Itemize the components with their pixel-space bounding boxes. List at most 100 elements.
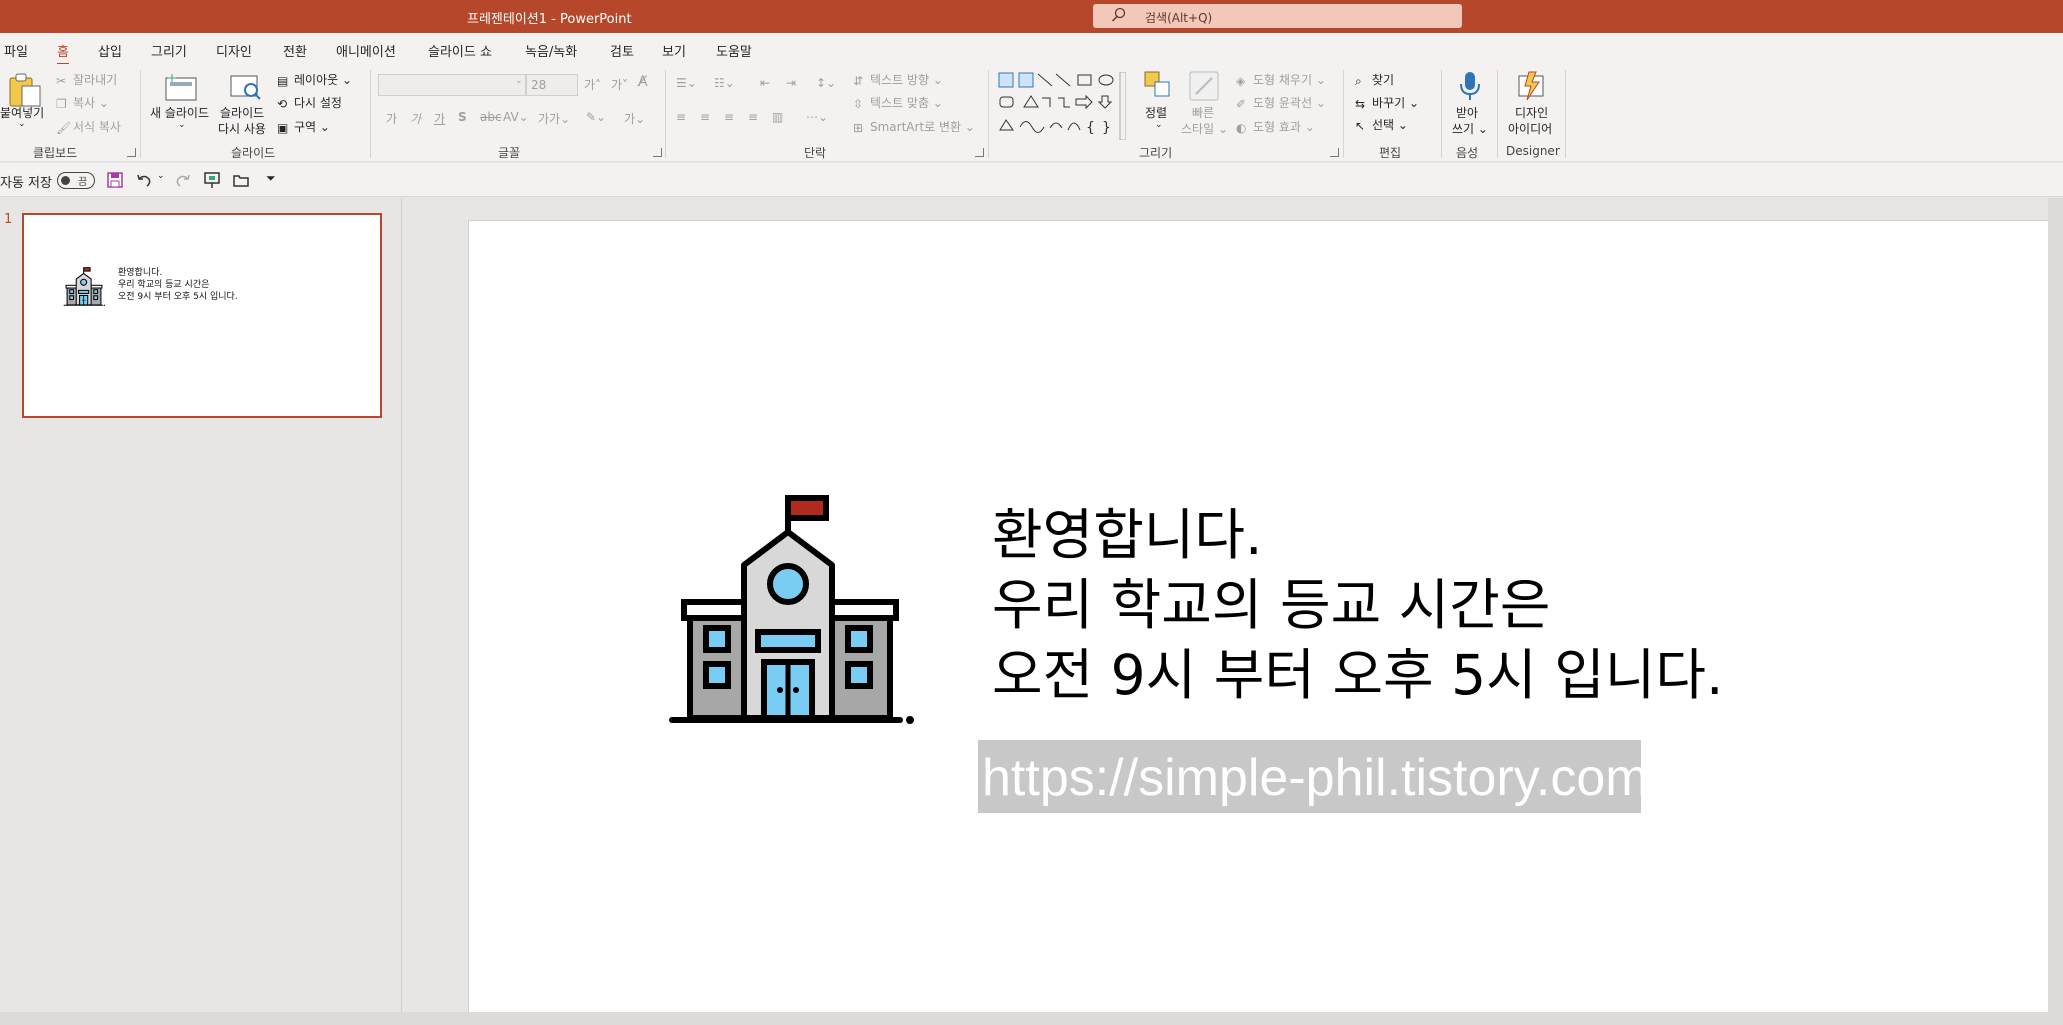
quick-styles-icon[interactable] bbox=[1188, 70, 1220, 102]
slide-number: 1 bbox=[4, 212, 13, 227]
italic-button[interactable]: 가 bbox=[410, 110, 421, 127]
slide-text-line-2: 우리 학교의 등교 시간은 bbox=[992, 573, 1551, 637]
tab-insert[interactable]: 삽입 bbox=[98, 41, 122, 60]
shape-fill-button[interactable]: ◈ 도형 채우기 ⌄ bbox=[1236, 71, 1326, 88]
arrange-icon[interactable] bbox=[1143, 70, 1173, 100]
cut-button[interactable]: ✂ 잘라내기 bbox=[56, 71, 117, 88]
design-ideas-button[interactable]: 디자인 bbox=[1515, 104, 1548, 121]
tab-review[interactable]: 검토 bbox=[610, 41, 634, 60]
font-name-dropdown[interactable]: ⌄ bbox=[515, 76, 523, 86]
tab-help[interactable]: 도움말 bbox=[716, 41, 752, 60]
font-launcher-icon[interactable] bbox=[653, 148, 662, 157]
paragraph-launcher-icon[interactable] bbox=[975, 148, 984, 157]
school-building-icon[interactable] bbox=[660, 492, 920, 732]
format-painter-button[interactable]: 🖌 서식 복사 bbox=[56, 118, 121, 135]
section-button[interactable]: ▣ 구역 ⌄ bbox=[277, 118, 330, 135]
reuse-slides-label-2: 다시 사용 bbox=[218, 122, 266, 136]
text-direction-button[interactable]: ⇵ 텍스트 방향 ⌄ bbox=[853, 71, 943, 88]
tab-design[interactable]: 디자인 bbox=[216, 41, 252, 60]
tab-home[interactable]: 홈 bbox=[57, 41, 69, 66]
text-direction-icon: ⇵ bbox=[853, 73, 864, 88]
open-folder-icon[interactable] bbox=[232, 171, 250, 189]
vertical-scrollbar[interactable] bbox=[2048, 198, 2063, 1025]
clear-format-icon[interactable]: A̸ bbox=[638, 74, 648, 90]
font-color-button[interactable]: 가⌄ bbox=[624, 110, 645, 127]
line-spacing-button[interactable]: ↕⌄ bbox=[816, 76, 836, 90]
redo-icon[interactable] bbox=[174, 171, 192, 189]
strikethrough-button[interactable]: abc bbox=[480, 110, 502, 124]
align-left-button[interactable]: ≡ bbox=[676, 110, 686, 124]
reuse-slides-icon[interactable] bbox=[229, 72, 263, 102]
tab-view[interactable]: 보기 bbox=[662, 41, 686, 60]
clipboard-launcher-icon[interactable] bbox=[127, 148, 136, 157]
slide-thumbnail-1[interactable]: 환영합니다. 우리 학교의 등교 시간은 오전 9시 부터 오후 5시 입니다. bbox=[22, 213, 382, 418]
highlight-button[interactable]: ✎⌄ bbox=[586, 110, 606, 124]
url-watermark-box[interactable]: https://simple-phil.tistory.com bbox=[978, 740, 1649, 813]
increase-indent-button[interactable]: ⇥ bbox=[786, 76, 796, 90]
numbering-button[interactable]: ☷⌄ bbox=[714, 76, 735, 90]
font-name-box[interactable] bbox=[378, 74, 526, 96]
save-icon[interactable] bbox=[106, 171, 124, 189]
new-slide-button[interactable]: 새 슬라이드 bbox=[150, 104, 209, 121]
drawing-launcher-icon[interactable] bbox=[1330, 148, 1339, 157]
layout-icon: ▤ bbox=[277, 73, 289, 88]
undo-dropdown[interactable]: ⌄ bbox=[157, 171, 165, 181]
replace-button[interactable]: ⇆ 바꾸기 ⌄ bbox=[1355, 94, 1419, 111]
smartart-button[interactable]: ⊞ SmartArt로 변환 ⌄ bbox=[853, 118, 975, 135]
decrease-indent-button[interactable]: ⇤ bbox=[760, 76, 770, 90]
dictate-button[interactable]: 받아 bbox=[1456, 104, 1478, 121]
pen-icon: ✐ bbox=[1236, 96, 1247, 111]
shape-effects-button[interactable]: ◐ 도형 효과 ⌄ bbox=[1236, 118, 1315, 135]
underline-button[interactable]: 가 bbox=[434, 110, 445, 127]
reuse-slides-button[interactable]: 슬라이드 bbox=[220, 104, 264, 121]
shadow-button[interactable]: S bbox=[458, 110, 467, 124]
present-icon[interactable] bbox=[203, 171, 221, 189]
quick-styles-button[interactable]: 빠른 bbox=[1192, 104, 1214, 121]
tab-file[interactable]: 파일 bbox=[4, 41, 28, 60]
grow-font-button[interactable]: 가˄ bbox=[584, 76, 601, 93]
char-spacing-button[interactable]: AV⌄ bbox=[503, 110, 529, 124]
bullets-button[interactable]: ☰⌄ bbox=[676, 76, 697, 90]
paste-dropdown[interactable]: ⌄ bbox=[18, 119, 26, 129]
select-button[interactable]: ↖ 선택 ⌄ bbox=[1355, 116, 1408, 133]
shrink-font-button[interactable]: 가˅ bbox=[611, 76, 628, 93]
align-right-button[interactable]: ≡ bbox=[724, 110, 734, 124]
reset-button[interactable]: ⟲ 다시 설정 bbox=[277, 94, 342, 111]
justify-button[interactable]: ≡ bbox=[748, 110, 758, 124]
search-icon: ⌕ bbox=[1355, 73, 1362, 88]
new-slide-icon[interactable] bbox=[164, 72, 200, 102]
tab-record[interactable]: 녹음/녹화 bbox=[525, 41, 577, 60]
align-text-button[interactable]: ⇳ 텍스트 맞춤 ⌄ bbox=[853, 94, 943, 111]
change-case-button[interactable]: 가가⌄ bbox=[538, 110, 570, 127]
arrange-dropdown[interactable]: ⌄ bbox=[1155, 120, 1163, 130]
bold-button[interactable]: 가 bbox=[386, 110, 397, 127]
designer-icon[interactable] bbox=[1515, 70, 1547, 102]
layout-button[interactable]: ▤ 레이아웃 ⌄ bbox=[277, 71, 352, 88]
font-size-box[interactable]: 28 bbox=[526, 74, 578, 96]
tab-draw[interactable]: 그리기 bbox=[151, 41, 187, 60]
find-button[interactable]: ⌕ 찾기 bbox=[1355, 71, 1394, 88]
group-label-designer: Designer bbox=[1506, 144, 1560, 158]
align-text-dropdown[interactable]: ⋯⌄ bbox=[806, 110, 828, 124]
new-slide-dropdown[interactable]: ⌄ bbox=[178, 120, 186, 130]
separator bbox=[140, 70, 141, 158]
group-label-font: 글꼴 bbox=[498, 146, 521, 160]
tab-transitions[interactable]: 전환 bbox=[283, 41, 307, 60]
copy-button[interactable]: ❐ 복사 ⌄ bbox=[56, 94, 109, 111]
paste-icon[interactable] bbox=[6, 72, 44, 108]
customize-qat-icon[interactable]: ⏷ bbox=[266, 171, 276, 186]
shapes-gallery[interactable]: {} bbox=[998, 72, 1126, 140]
columns-button[interactable]: ▥ bbox=[772, 110, 783, 124]
group-label-slides: 슬라이드 bbox=[231, 146, 276, 160]
design-ideas-label-2: 아이디어 bbox=[1508, 122, 1553, 136]
search-box[interactable]: 검색(Alt+Q) bbox=[1093, 4, 1462, 28]
slide-title-textbox[interactable]: 환영합니다. 우리 학교의 등교 시간은 오전 9시 부터 오후 5시 입니다. bbox=[992, 500, 1723, 710]
align-center-button[interactable]: ≡ bbox=[700, 110, 710, 124]
tab-slideshow[interactable]: 슬라이드 쇼 bbox=[428, 41, 492, 60]
autosave-toggle[interactable]: 끔 bbox=[57, 172, 95, 189]
tab-animations[interactable]: 애니메이션 bbox=[336, 41, 396, 60]
shape-outline-button[interactable]: ✐ 도형 윤곽선 ⌄ bbox=[1236, 94, 1326, 111]
microphone-icon[interactable] bbox=[1458, 70, 1482, 102]
arrange-button[interactable]: 정렬 bbox=[1145, 104, 1167, 121]
undo-icon[interactable] bbox=[135, 171, 153, 189]
